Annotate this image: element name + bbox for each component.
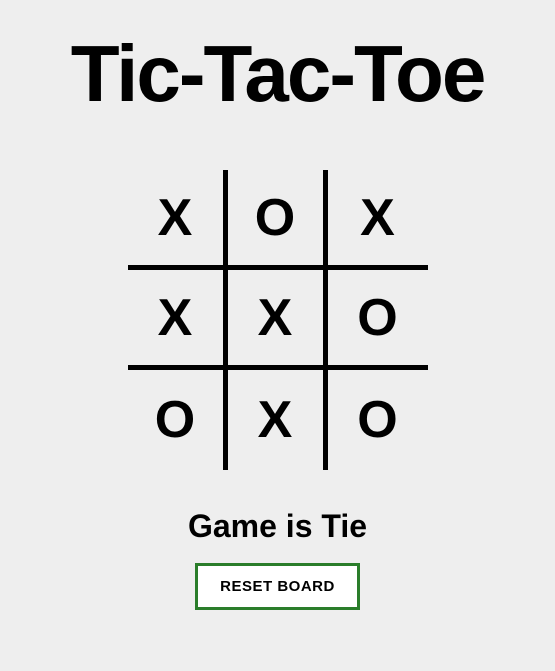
cell-8[interactable]: O	[328, 370, 428, 470]
cell-6[interactable]: O	[128, 370, 228, 470]
cell-0[interactable]: X	[128, 170, 228, 270]
cell-4[interactable]: X	[228, 270, 328, 370]
cell-3[interactable]: X	[128, 270, 228, 370]
cell-1[interactable]: O	[228, 170, 328, 270]
game-status: Game is Tie	[188, 508, 367, 545]
cell-7[interactable]: X	[228, 370, 328, 470]
cell-2[interactable]: X	[328, 170, 428, 270]
game-board: X O X X X O O X O	[128, 170, 428, 470]
reset-button[interactable]: RESET BOARD	[195, 563, 360, 610]
cell-5[interactable]: O	[328, 270, 428, 370]
page-title: Tic-Tac-Toe	[71, 28, 485, 120]
